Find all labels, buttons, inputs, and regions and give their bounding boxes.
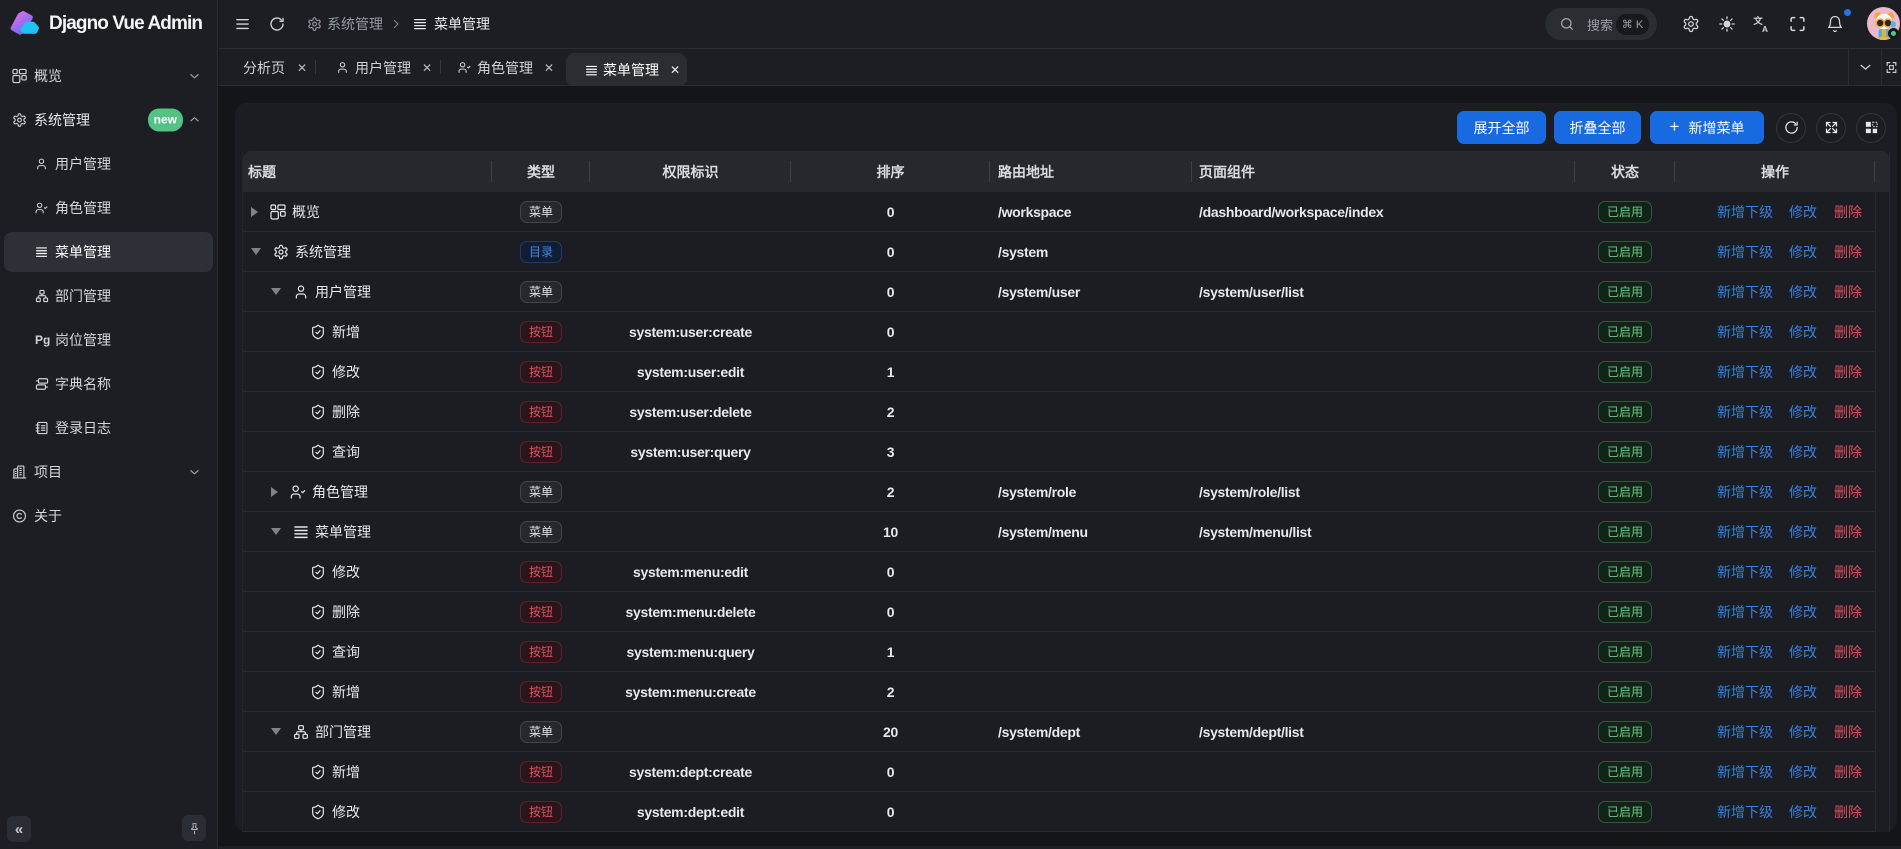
svg-text:A: A <box>1762 25 1768 33</box>
